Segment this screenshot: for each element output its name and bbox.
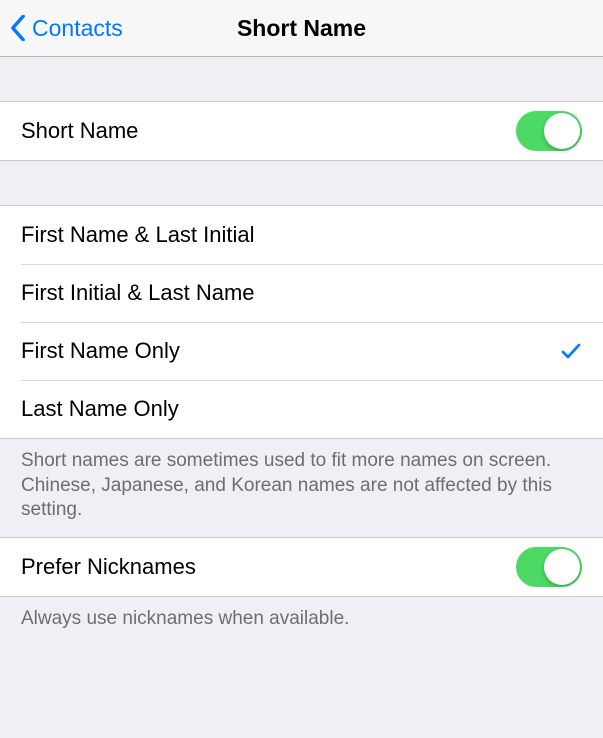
back-label: Contacts [32, 15, 123, 42]
navigation-bar: Contacts Short Name [0, 0, 603, 57]
short-name-toggle[interactable] [516, 111, 582, 151]
checkmark-icon [560, 340, 582, 362]
short-name-label: Short Name [21, 118, 138, 144]
option-label: First Initial & Last Name [21, 280, 255, 306]
prefer-nicknames-group: Prefer Nicknames [0, 537, 603, 597]
prefer-nicknames-toggle[interactable] [516, 547, 582, 587]
section-spacer [0, 57, 603, 101]
short-name-toggle-group: Short Name [0, 101, 603, 161]
option-label: First Name & Last Initial [21, 222, 255, 248]
option-label: First Name Only [21, 338, 180, 364]
nicknames-footer-text: Always use nicknames when available. [0, 597, 603, 646]
chevron-left-icon [10, 15, 26, 41]
option-label: Last Name Only [21, 396, 179, 422]
option-first-initial-last-name[interactable]: First Initial & Last Name [0, 264, 603, 322]
prefer-nicknames-row[interactable]: Prefer Nicknames [0, 538, 603, 596]
back-button[interactable]: Contacts [0, 15, 123, 42]
option-last-name-only[interactable]: Last Name Only [0, 380, 603, 438]
format-options-group: First Name & Last Initial First Initial … [0, 205, 603, 439]
format-footer-text: Short names are sometimes used to fit mo… [0, 439, 603, 537]
section-spacer [0, 161, 603, 205]
option-first-name-only[interactable]: First Name Only [0, 322, 603, 380]
option-first-name-last-initial[interactable]: First Name & Last Initial [0, 206, 603, 264]
prefer-nicknames-label: Prefer Nicknames [21, 554, 196, 580]
short-name-row[interactable]: Short Name [0, 102, 603, 160]
